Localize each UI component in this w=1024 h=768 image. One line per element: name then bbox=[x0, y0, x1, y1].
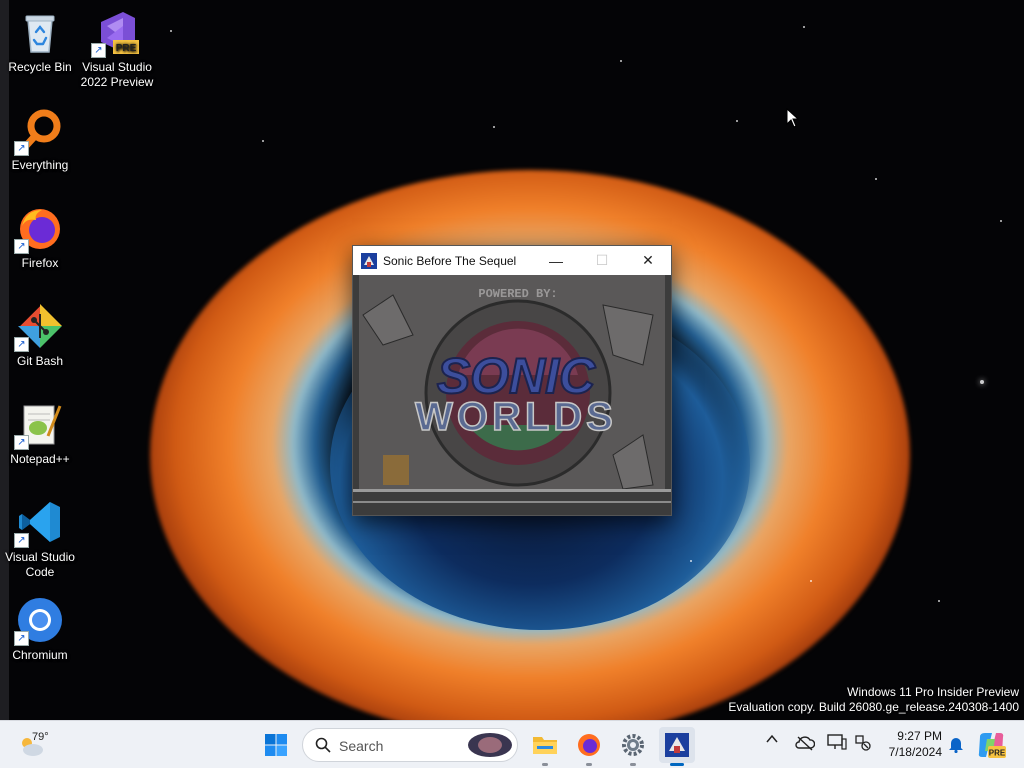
close-button[interactable]: ✕ bbox=[625, 246, 671, 275]
desktop-icon-everything[interactable]: ↗ Everything bbox=[0, 106, 80, 173]
close-icon: ✕ bbox=[642, 252, 654, 268]
magnifier-icon: ↗ bbox=[14, 106, 64, 156]
taskbar-file-explorer[interactable] bbox=[527, 727, 563, 766]
desktop-icon-git-bash[interactable]: ↗ Git Bash bbox=[0, 302, 80, 369]
copilot-icon: PRE bbox=[978, 733, 1006, 758]
taskbar-search-box[interactable]: Search bbox=[302, 728, 518, 762]
logo-worlds-text: WORLDS bbox=[415, 395, 617, 439]
network-icon[interactable] bbox=[854, 734, 872, 752]
search-label: Search bbox=[339, 738, 384, 754]
copilot-pre-badge: PRE bbox=[989, 749, 1006, 758]
search-icon bbox=[315, 737, 331, 753]
chromium-icon: ↗ bbox=[14, 596, 64, 646]
sonic-worlds-splash: POWERED BY: SONIC WORLDS bbox=[353, 275, 671, 515]
vscode-icon: ↗ bbox=[14, 498, 64, 548]
notepad-plus-plus-icon: ↗ bbox=[14, 400, 64, 450]
shortcut-arrow-icon: ↗ bbox=[14, 533, 29, 548]
clock-date: 7/18/2024 bbox=[888, 745, 942, 759]
game-canvas[interactable]: POWERED BY: SONIC WORLDS bbox=[353, 275, 671, 515]
desktop-icon-label: Chromium bbox=[12, 648, 68, 662]
window-titlebar[interactable]: Sonic Before The Sequel — ☐ ✕ bbox=[353, 246, 671, 275]
maximize-icon: ☐ bbox=[595, 252, 609, 268]
sonic-app-icon bbox=[361, 252, 377, 269]
clock-time: 9:27 PM bbox=[897, 729, 942, 743]
desktop-icon-recycle-bin[interactable]: Recycle Bin bbox=[0, 8, 80, 75]
running-indicator bbox=[542, 763, 548, 766]
gear-icon bbox=[622, 734, 644, 756]
shortcut-arrow-icon: ↗ bbox=[14, 631, 29, 646]
game-window[interactable]: Sonic Before The Sequel — ☐ ✕ POWERED BY… bbox=[352, 245, 672, 516]
display-icon[interactable] bbox=[827, 734, 847, 752]
maximize-button[interactable]: ☐ bbox=[579, 246, 625, 275]
desktop-icon-notepad-plus-plus[interactable]: ↗ Notepad++ bbox=[0, 400, 80, 467]
folder-icon bbox=[533, 737, 557, 754]
desktop-icon-label: Visual Studio Code bbox=[5, 550, 75, 579]
desktop-icon-chromium[interactable]: ↗ Chromium bbox=[0, 596, 80, 663]
start-button[interactable] bbox=[258, 727, 294, 763]
pre-badge: PRE bbox=[116, 43, 137, 54]
desktop-icon-label: Firefox bbox=[21, 256, 59, 270]
running-indicator bbox=[630, 763, 636, 766]
watermark-line-2: Evaluation copy. Build 26080.ge_release.… bbox=[728, 700, 1019, 714]
desktop-icon-visual-studio-code[interactable]: ↗ Visual Studio Code bbox=[0, 498, 80, 580]
running-indicator bbox=[586, 763, 592, 766]
running-indicator-active bbox=[670, 763, 684, 766]
sonic-app-icon bbox=[665, 733, 689, 757]
shortcut-arrow-icon: ↗ bbox=[14, 239, 29, 254]
desktop-icon-label: Everything bbox=[11, 158, 69, 172]
evaluation-watermark: Windows 11 Pro Insider Preview Evaluatio… bbox=[728, 685, 1019, 715]
git-bash-icon: ↗ bbox=[14, 302, 64, 352]
shortcut-arrow-icon: ↗ bbox=[14, 435, 29, 450]
desktop-icon-label: Recycle Bin bbox=[8, 60, 72, 74]
copilot-button[interactable]: PRE bbox=[974, 729, 1008, 761]
visual-studio-icon: PRE ↗ bbox=[91, 8, 141, 58]
weather-temperature: 79° bbox=[32, 731, 49, 743]
notification-bell-icon[interactable] bbox=[948, 735, 964, 753]
recycle-bin-icon bbox=[16, 8, 64, 56]
taskbar-clock[interactable]: 9:27 PM 7/18/2024 bbox=[882, 728, 942, 760]
shortcut-arrow-icon: ↗ bbox=[14, 141, 29, 156]
mouse-cursor-icon bbox=[786, 108, 800, 128]
taskbar: 79° Search 9:27 PM 7/18/2024 PRE bbox=[0, 720, 1024, 768]
shortcut-arrow-icon: ↗ bbox=[14, 337, 29, 352]
search-highlight-image bbox=[468, 733, 512, 757]
desktop-icon-label: Git Bash bbox=[16, 354, 64, 368]
chevron-up-icon[interactable] bbox=[766, 733, 778, 745]
firefox-icon bbox=[578, 734, 600, 756]
desktop-icon-label: Notepad++ bbox=[10, 452, 70, 466]
watermark-line-1: Windows 11 Pro Insider Preview bbox=[847, 685, 1019, 699]
window-title: Sonic Before The Sequel bbox=[383, 253, 517, 268]
firefox-icon: ↗ bbox=[14, 204, 64, 254]
desktop-icon-firefox[interactable]: ↗ Firefox bbox=[0, 204, 80, 271]
desktop-icon-visual-studio-2022-preview[interactable]: PRE ↗ Visual Studio 2022 Preview bbox=[77, 8, 157, 90]
windows-logo-icon bbox=[265, 734, 287, 756]
onedrive-offline-icon[interactable] bbox=[795, 735, 815, 751]
shortcut-arrow-icon: ↗ bbox=[91, 43, 106, 58]
taskbar-firefox[interactable] bbox=[571, 727, 607, 766]
powered-by-text: POWERED BY: bbox=[478, 287, 557, 301]
weather-widget[interactable]: 79° bbox=[18, 727, 58, 763]
minimize-button[interactable]: — bbox=[533, 246, 579, 275]
minimize-icon: — bbox=[549, 252, 563, 269]
desktop-icon-label: Visual Studio 2022 Preview bbox=[80, 60, 154, 89]
taskbar-sonic-game[interactable] bbox=[659, 727, 695, 766]
taskbar-settings[interactable] bbox=[615, 727, 651, 766]
